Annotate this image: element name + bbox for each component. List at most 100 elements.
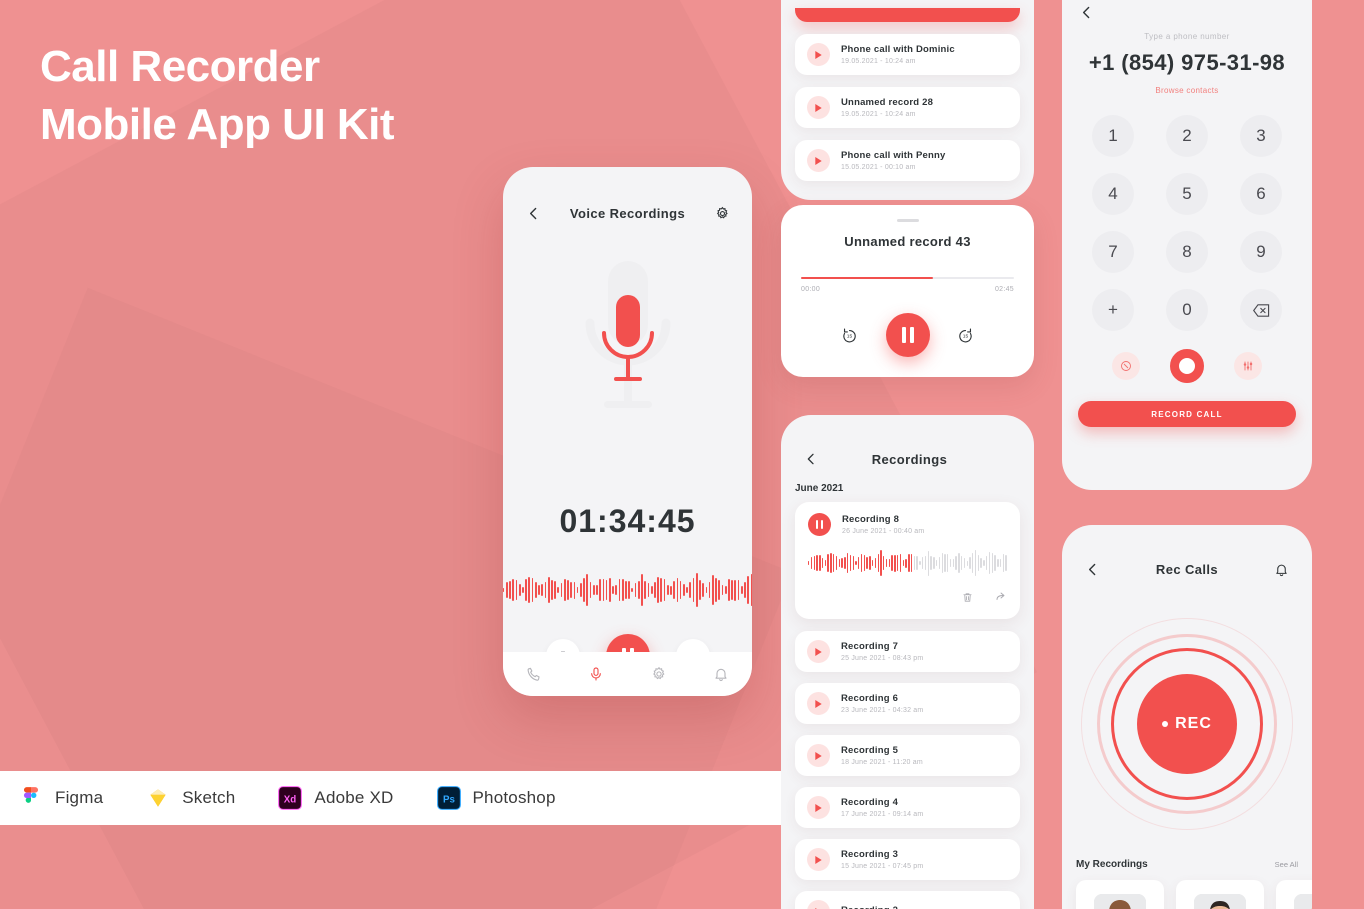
- gear-icon[interactable]: [712, 203, 732, 223]
- tab-gear-icon[interactable]: [649, 664, 669, 684]
- software-label: Adobe XD: [314, 788, 394, 807]
- play-icon[interactable]: [807, 900, 830, 909]
- tab-phone-icon[interactable]: [524, 664, 544, 684]
- see-all-link[interactable]: See All: [1275, 860, 1298, 869]
- avatar: [1094, 894, 1146, 909]
- avatar-card[interactable]: [1276, 880, 1312, 909]
- rec-calls-back-arrow-icon[interactable]: [1082, 559, 1102, 579]
- key-8[interactable]: 8: [1166, 231, 1208, 273]
- recording-timer: 01:34:45: [559, 503, 696, 539]
- software-photoshop[interactable]: Ps Photoshop: [436, 785, 556, 811]
- featured-trash-icon[interactable]: [962, 590, 973, 608]
- key-9[interactable]: 9: [1240, 231, 1282, 273]
- rec-dot-icon: [1162, 721, 1169, 727]
- play-icon[interactable]: [807, 96, 830, 119]
- voice-header: Voice Recordings: [503, 193, 752, 233]
- list-item[interactable]: Unnamed record 28 19.05.2021 - 10:24 am: [795, 87, 1020, 128]
- key-7[interactable]: 7: [1092, 231, 1134, 273]
- time-current: 00:00: [801, 286, 821, 293]
- featured-pause-icon[interactable]: [808, 513, 831, 536]
- phone-rec-calls: Rec Calls REC My Recordings See All: [1062, 525, 1312, 909]
- rec-label: REC: [1175, 715, 1212, 732]
- play-icon[interactable]: [807, 692, 830, 715]
- mute-icon[interactable]: [1112, 352, 1140, 380]
- dialer-keypad: 1 2 3 4 5 6 7 8 9 +0: [1076, 115, 1298, 331]
- software-sketch[interactable]: Sketch: [145, 785, 235, 811]
- figma-icon: [23, 787, 39, 803]
- key-4[interactable]: 4: [1092, 173, 1134, 215]
- phone-voice-recordings: Voice Recordings 01:34:45: [503, 167, 752, 696]
- rec-calls-bell-icon[interactable]: [1272, 559, 1292, 579]
- rewind-15-icon[interactable]: 15: [840, 325, 860, 345]
- dialer-number[interactable]: +1 (854) 975-31-98: [1076, 50, 1298, 76]
- avatar: [1294, 894, 1312, 909]
- list-item[interactable]: Phone call with Penny 15.05.2021 - 00:10 …: [795, 140, 1020, 181]
- waveform-visualizer: [503, 572, 752, 608]
- software-figma[interactable]: Figma: [18, 785, 103, 811]
- backspace-icon[interactable]: [1240, 289, 1282, 331]
- player-title: Unnamed record 43: [844, 234, 971, 249]
- list-item-title: Phone call with Penny: [841, 150, 946, 161]
- list-item[interactable]: Recording 5 18 June 2021 - 11:20 am: [795, 735, 1020, 776]
- my-recordings-title: My Recordings: [1076, 859, 1148, 870]
- play-icon[interactable]: [807, 848, 830, 871]
- play-icon[interactable]: [807, 43, 830, 66]
- list-item[interactable]: Phone call with Dominic 19.05.2021 - 10:2…: [795, 34, 1020, 75]
- player-times: 00:00 02:45: [801, 286, 1014, 293]
- list-item[interactable]: Recording 6 23 June 2021 - 04:32 am: [795, 683, 1020, 724]
- svg-text:Ps: Ps: [443, 794, 456, 805]
- play-icon[interactable]: [807, 796, 830, 819]
- sheet-grabber[interactable]: [896, 219, 919, 222]
- list-item-title: Unnamed record 28: [841, 97, 934, 108]
- recordings-back-arrow-icon[interactable]: [801, 449, 821, 469]
- software-label: Figma: [55, 788, 104, 807]
- key-6[interactable]: 6: [1240, 173, 1282, 215]
- record-circle-icon[interactable]: [1170, 349, 1204, 383]
- featured-recording-card[interactable]: Recording 8 26 June 2021 - 00:40 am: [795, 502, 1020, 619]
- recordings-list: Recording 7 25 June 2021 - 08:43 pm Record…: [795, 631, 1020, 909]
- featured-waveform[interactable]: [808, 545, 1007, 581]
- back-arrow-icon[interactable]: [523, 203, 543, 223]
- svg-text:15: 15: [847, 333, 853, 339]
- key-5[interactable]: 5: [1166, 173, 1208, 215]
- key-1[interactable]: 1: [1092, 115, 1134, 157]
- rec-button[interactable]: REC: [1137, 674, 1237, 774]
- list-item[interactable]: Recording 4 17 June 2021 - 09:14 am: [795, 787, 1020, 828]
- adobe-xd-icon: Xd: [278, 786, 303, 810]
- microphone-icon: [601, 295, 654, 381]
- browse-contacts-link[interactable]: Browse contacts: [1076, 86, 1298, 95]
- avatar-card[interactable]: [1076, 880, 1164, 909]
- rec-button-area: REC: [1062, 589, 1312, 859]
- tab-bell-icon[interactable]: [711, 664, 731, 684]
- play-icon[interactable]: [807, 640, 830, 663]
- tab-microphone-icon[interactable]: [586, 664, 606, 684]
- avatar-card[interactable]: [1176, 880, 1264, 909]
- featured-title: Recording 8: [842, 514, 900, 525]
- list-item-meta: 18 June 2021 - 11:20 am: [841, 759, 923, 766]
- record-call-button[interactable]: RECORD CALL: [1078, 401, 1296, 427]
- phone-dialer: Type a phone number +1 (854) 975-31-98 B…: [1062, 0, 1312, 490]
- equalizer-icon[interactable]: [1234, 352, 1262, 380]
- key-2[interactable]: 2: [1166, 115, 1208, 157]
- play-icon[interactable]: [807, 744, 830, 767]
- poster-stage: Call Recorder Mobile App UI Kit Voice Re…: [0, 0, 1364, 909]
- page-title: Call Recorder Mobile App UI Kit: [40, 38, 395, 154]
- list-item[interactable]: Recording 2: [795, 891, 1020, 909]
- list-item-title: Recording 2: [841, 905, 898, 909]
- list-item[interactable]: Recording 3 15 June 2021 - 07:45 pm: [795, 839, 1020, 880]
- player-pause-icon[interactable]: [885, 313, 930, 357]
- key-3[interactable]: 3: [1240, 115, 1282, 157]
- key-+[interactable]: +: [1092, 289, 1134, 331]
- player-progress-bar[interactable]: [801, 277, 1014, 279]
- list-item[interactable]: Recording 7 25 June 2021 - 08:43 pm: [795, 631, 1020, 672]
- forward-15-icon[interactable]: 15: [956, 325, 976, 345]
- call-list: Phone call with Dominic 19.05.2021 - 10:2…: [781, 0, 1034, 181]
- software-adobe-xd[interactable]: Xd Adobe XD: [277, 785, 393, 811]
- recordings-title: Recordings: [871, 451, 948, 467]
- phone-recordings: Recordings June 2021 Recording 8 26 June…: [781, 415, 1034, 909]
- play-icon[interactable]: [807, 149, 830, 172]
- featured-share-icon[interactable]: [995, 590, 1007, 608]
- call-list-active-card[interactable]: [795, 8, 1020, 22]
- key-0[interactable]: 0: [1166, 289, 1208, 331]
- dialer-back-arrow-icon[interactable]: [1076, 2, 1096, 22]
